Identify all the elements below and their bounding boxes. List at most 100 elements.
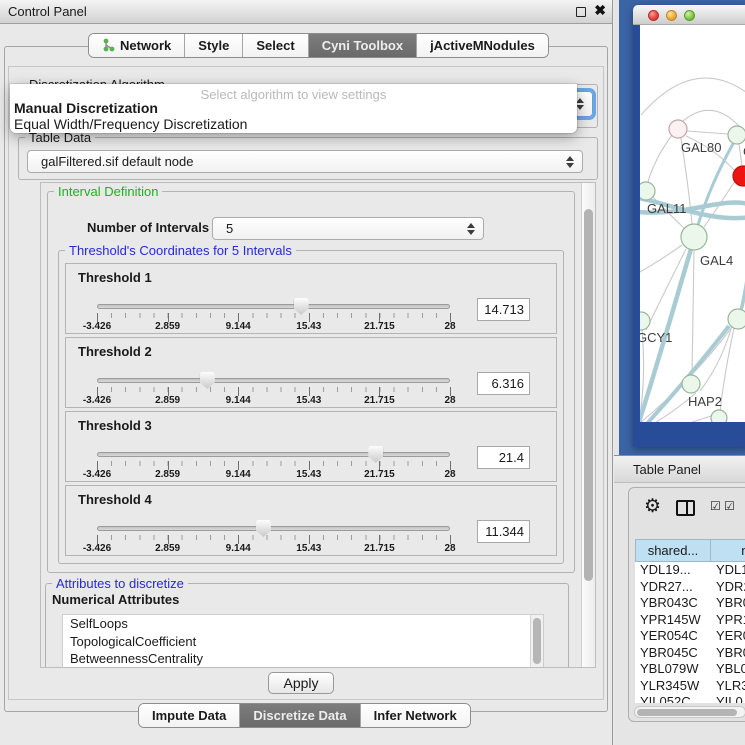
threshold-1-slider[interactable]: [97, 304, 450, 309]
table-data-combo[interactable]: galFiltered.sif default node: [27, 150, 583, 173]
table-body: YDL19... YDL1 YDR27... YDR2 YBR043C YBR0…: [635, 562, 745, 703]
node-label: GAL4: [700, 253, 733, 268]
node-hap2[interactable]: [682, 375, 700, 393]
dropdown-item-equal-width-frequency[interactable]: Equal Width/Frequency Discretization: [14, 117, 573, 132]
table-row[interactable]: YDR27... YDR2: [635, 579, 745, 596]
table-panel-titlebar: Table Panel: [614, 455, 745, 483]
slider-tick-labels: -3.4262.8599.14415.4321.71528: [97, 321, 450, 333]
gear-icon[interactable]: ⚙: [644, 495, 661, 518]
network-canvas[interactable]: GAL80 GA C GAL11 GAL4 GCY1 H HAP2: [640, 25, 745, 422]
number-of-intervals-combo[interactable]: 5: [212, 217, 484, 240]
numerical-attributes-list: SelfLoops TopologicalCoefficient Between…: [62, 614, 544, 668]
control-panel-window: Control Panel ✖ Network Style Select Cyn…: [0, 0, 613, 745]
stepper-icon: [576, 98, 584, 110]
control-panel-titlebar: Control Panel ✖: [0, 0, 612, 24]
main-desktop-region: GAL80 GA C GAL11 GAL4 GCY1 H HAP2 Table …: [614, 0, 745, 745]
node-label: GAL11: [647, 201, 687, 216]
threshold-3-panel: Threshold 3 -3.4262.8599.14415.4321.7152…: [65, 411, 557, 482]
threshold-4-slider[interactable]: [97, 526, 450, 531]
table-row[interactable]: YER054C YER0: [635, 628, 745, 645]
cytoscape-desktop: GAL80 GA C GAL11 GAL4 GCY1 H HAP2: [619, 0, 745, 455]
network-icon: [102, 38, 115, 53]
threshold-2-label: Threshold 2: [78, 344, 152, 359]
table-row[interactable]: YBR045C YBR0: [635, 645, 745, 662]
close-icon[interactable]: ✖: [594, 2, 606, 19]
stepper-icon: [566, 156, 574, 168]
table-horizontal-scrollbar[interactable]: [634, 706, 745, 718]
list-item[interactable]: TopologicalCoefficient: [63, 633, 543, 651]
node-gal80[interactable]: [669, 120, 687, 138]
minimize-traffic-light-icon[interactable]: [666, 10, 677, 21]
table-row[interactable]: YBL079W YBL0: [635, 661, 745, 678]
tab-network[interactable]: Network: [89, 34, 184, 57]
dropdown-item-manual-discretization[interactable]: Manual Discretization: [14, 101, 573, 116]
table-row[interactable]: YIL052C YIL0: [635, 694, 745, 703]
number-of-intervals-value: 5: [226, 218, 461, 239]
node-selected-red[interactable]: [733, 166, 745, 186]
node-gcy1[interactable]: [640, 312, 650, 330]
tab-jactivemnodules[interactable]: jActiveMNodules: [416, 34, 548, 57]
node-label: GAL80: [681, 140, 721, 155]
threshold-2-slider[interactable]: [97, 378, 450, 383]
apply-button[interactable]: Apply: [268, 672, 334, 694]
close-traffic-light-icon[interactable]: [648, 10, 659, 21]
list-scrollbar[interactable]: [530, 615, 543, 668]
tab-infer-network[interactable]: Infer Network: [360, 704, 470, 727]
table-row[interactable]: YPR145W YPR1: [635, 612, 745, 629]
node-gal11[interactable]: [640, 182, 655, 200]
node-ga[interactable]: [728, 126, 745, 144]
network-view-window[interactable]: GAL80 GA C GAL11 GAL4 GCY1 H HAP2: [633, 5, 745, 447]
node-table: shared... na YDL19... YDL1 YDR27... YDR2…: [635, 539, 745, 704]
threshold-4-panel: Threshold 4 -3.4262.8599.14415.4321.7152…: [65, 485, 557, 556]
tab-style[interactable]: Style: [184, 34, 242, 57]
threshold-4-value[interactable]: 11.344: [477, 520, 530, 543]
table-data-selected: galFiltered.sif default node: [41, 151, 560, 172]
table-row[interactable]: YBR043C YBR0: [635, 595, 745, 612]
list-item[interactable]: BetweennessCentrality: [63, 650, 543, 668]
tab-impute-data[interactable]: Impute Data: [139, 704, 239, 727]
slider-tick-labels: -3.4262.8599.14415.4321.71528: [97, 469, 450, 481]
number-of-intervals-label: Number of Intervals: [87, 220, 209, 235]
attributes-group: Attributes to discretize Numerical Attri…: [45, 583, 569, 668]
threshold-2-value[interactable]: 6.316: [477, 372, 530, 395]
tab-discretize-data[interactable]: Discretize Data: [239, 704, 359, 727]
slider-tick-labels: -3.4262.8599.14415.4321.71528: [97, 395, 450, 407]
table-row[interactable]: YLR345W YLR3: [635, 678, 745, 695]
node-gal4[interactable]: [681, 224, 707, 250]
threshold-3-value[interactable]: 21.4: [477, 446, 530, 469]
numerical-attributes-label: Numerical Attributes: [52, 592, 179, 607]
stepper-icon: [467, 223, 475, 235]
threshold-4-label: Threshold 4: [78, 492, 152, 507]
settings-vertical-scrollbar[interactable]: [581, 183, 595, 667]
threshold-1-value[interactable]: 14.713: [477, 298, 530, 321]
interval-definition-title: Interval Definition: [54, 184, 162, 199]
table-row[interactable]: YDL19... YDL1: [635, 562, 745, 579]
node-h[interactable]: [728, 309, 745, 329]
slider-tick-labels: -3.4262.8599.14415.4321.71528: [97, 543, 450, 555]
float-window-icon[interactable]: [576, 7, 586, 17]
threshold-1-panel: Threshold 1 -3.4262.8599.14415.4321.7152…: [65, 263, 557, 334]
table-panel-title: Table Panel: [633, 456, 701, 483]
thresholds-title: Threshold's Coordinates for 5 Intervals: [65, 243, 296, 258]
column-header-shared-name[interactable]: shared...: [635, 539, 711, 562]
scrollbar-thumb[interactable]: [584, 209, 593, 581]
table-header-row: shared... na: [635, 539, 745, 562]
list-item[interactable]: SelfLoops: [63, 615, 543, 633]
zoom-traffic-light-icon[interactable]: [684, 10, 695, 21]
tab-cyni-toolbox[interactable]: Cyni Toolbox: [308, 34, 416, 57]
panel-title: Control Panel: [8, 0, 87, 23]
bottom-tabstrip: Impute Data Discretize Data Infer Networ…: [138, 703, 471, 728]
settings-scrollarea: Interval Definition Number of Intervals …: [40, 182, 596, 668]
checkbox-icon[interactable]: ☑: [710, 499, 721, 513]
threshold-1-label: Threshold 1: [78, 270, 152, 285]
node-bottom[interactable]: [711, 410, 727, 422]
threshold-2-panel: Threshold 2 -3.4262.8599.14415.4321.7152…: [65, 337, 557, 408]
threshold-3-label: Threshold 3: [78, 418, 152, 433]
table-panel: ⚙ ☑ ☑ shared... na YDL19... YDL1 YDR27..…: [628, 487, 745, 722]
column-header-name[interactable]: na: [711, 539, 745, 562]
split-view-icon[interactable]: [676, 500, 695, 516]
scrollbar-thumb[interactable]: [637, 709, 737, 716]
checkbox-icon[interactable]: ☑: [724, 499, 735, 513]
tab-select[interactable]: Select: [242, 34, 307, 57]
threshold-3-slider[interactable]: [97, 452, 450, 457]
